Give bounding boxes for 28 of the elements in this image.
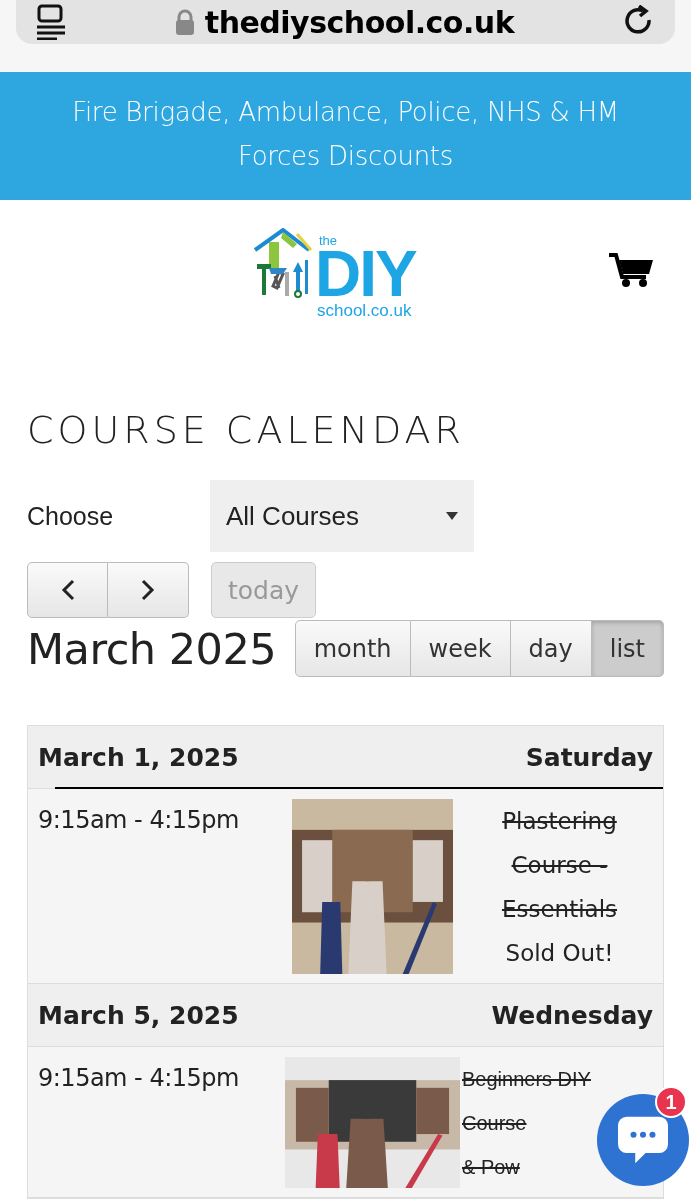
date-text: March 1, 2025 [38,742,239,772]
view-tab[interactable]: list [591,620,664,677]
view-tab[interactable]: day [510,620,592,677]
next-button[interactable] [108,562,189,618]
tools-logo-drawing [253,228,313,298]
caret-icon [446,512,458,520]
view-tab[interactable]: month [294,620,411,677]
page-title: COURSE CALENDAR [27,407,466,454]
weekday-text: Saturday [525,742,653,772]
view-tab[interactable]: week [410,620,511,677]
course-dropdown[interactable]: All Courses [210,480,474,552]
notification-badge: 1 [655,1086,687,1118]
event-time: 9:15am - 4:15pm [38,1063,240,1094]
filter-label: Choose [27,501,115,531]
lock-icon [174,9,195,35]
month-title: March 2025 [27,623,277,674]
reader-icon[interactable] [36,4,66,40]
cart-icon[interactable] [608,252,654,288]
weekday-text: Wednesday [491,1000,653,1030]
course-title-link[interactable]: Plastering Course - Essentials [501,799,618,931]
course-title-link[interactable]: Beginners DIY Course & Pow [462,1057,591,1189]
event-time: 9:15am - 4:15pm [38,805,240,836]
sold-out-text: Sold Out! [505,939,614,968]
previous-button[interactable] [27,562,108,618]
date-text: March 5, 2025 [38,1000,239,1030]
chevron-right-icon [141,579,155,601]
chevron-left-icon [60,579,75,601]
chat-icon [616,1115,670,1165]
